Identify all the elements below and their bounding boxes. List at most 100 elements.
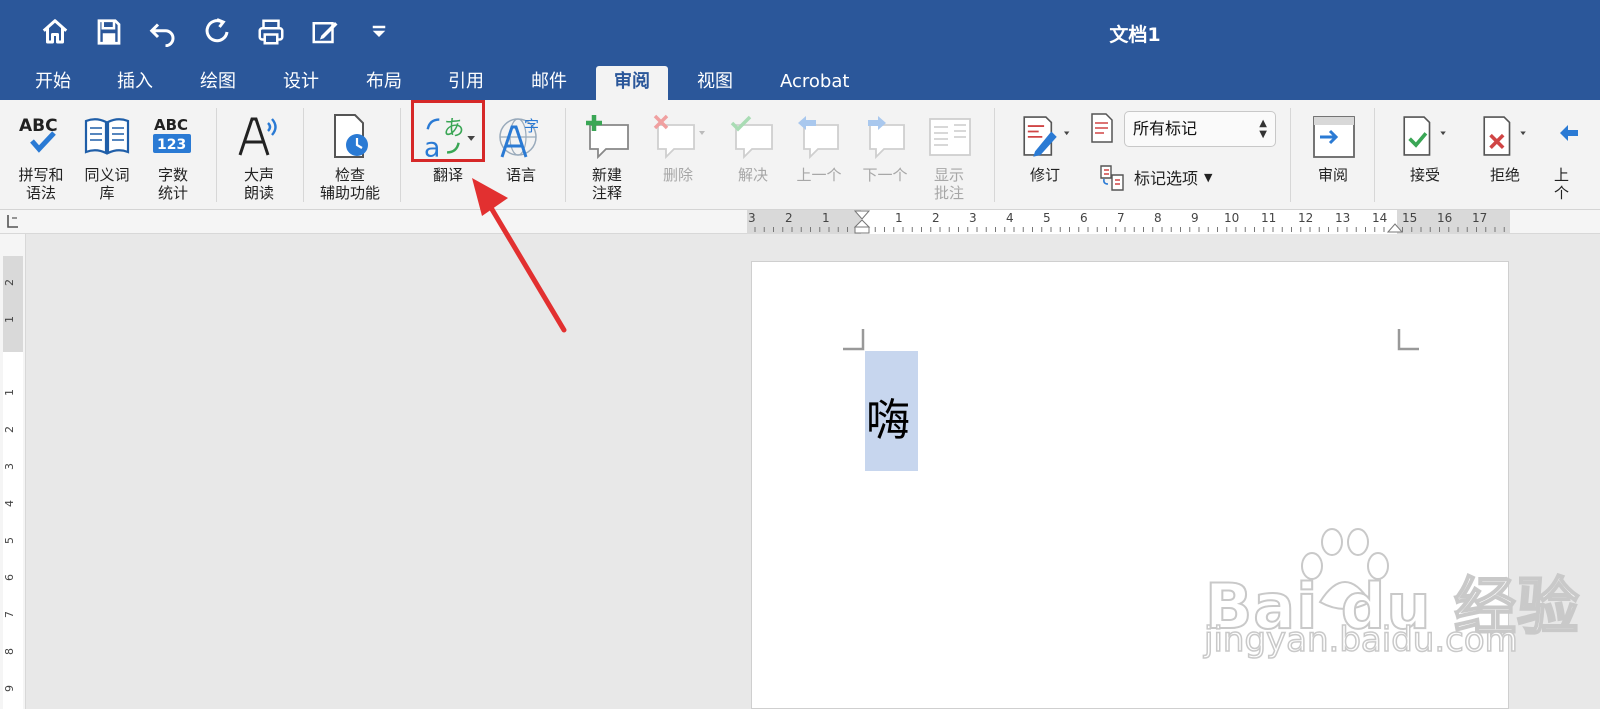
resolve-comment-button[interactable]: 解决: [724, 108, 782, 184]
margin-corner-mark: [843, 329, 865, 351]
ruler-number: 9: [1191, 211, 1199, 225]
word-count-icon: ABC 123: [153, 116, 191, 153]
track-changes-icon: [1023, 116, 1070, 157]
delete-comment-label: 删除: [662, 166, 693, 184]
language-globe-icon: 字: [499, 117, 539, 158]
new-comment-button[interactable]: 新建 注释: [578, 108, 636, 202]
translate-highlight-box: [411, 100, 485, 162]
ruler-number: 6: [3, 574, 16, 581]
chevron-down-icon: ▼: [1204, 170, 1213, 184]
reviewing-pane-icon: [1313, 116, 1355, 158]
tab-insert[interactable]: 插入: [99, 66, 171, 100]
read-aloud-icon: [238, 117, 277, 156]
ruler-number: 9: [3, 685, 16, 692]
right-indent-marker-icon[interactable]: [1386, 220, 1404, 234]
reviewing-pane-button[interactable]: 审阅: [1304, 108, 1362, 184]
word-count-icon-top: ABC: [154, 116, 188, 134]
tab-design[interactable]: 设计: [265, 66, 337, 100]
ruler-number: 17: [1472, 211, 1488, 225]
ruler-number: 6: [1080, 211, 1088, 225]
annotation-arrow-icon: [472, 178, 567, 333]
ruler-number: 10: [1224, 211, 1240, 225]
stepper-arrows-icon: ▲ ▼: [1259, 118, 1267, 140]
reject-label: 拒绝: [1489, 166, 1520, 184]
ribbon-separator: [1290, 108, 1291, 202]
language-button[interactable]: 字 语言: [492, 108, 550, 184]
resolve-comment-icon: [730, 115, 773, 160]
ruler-number: 12: [1298, 211, 1314, 225]
previous-comment-icon: [798, 116, 839, 160]
markup-options-icon: [1100, 165, 1124, 191]
show-comments-icon: [929, 118, 971, 156]
tab-draw[interactable]: 绘图: [182, 66, 254, 100]
accept-label: 接受: [1409, 166, 1440, 184]
tab-stop-icon[interactable]: [4, 213, 20, 231]
read-aloud-button[interactable]: 大声 朗读: [230, 108, 288, 202]
vertical-ruler-bar: 2 1 1 2 3 4 5 6 7 8 9: [0, 234, 26, 709]
markup-display-select[interactable]: 所有标记 ▲ ▼: [1124, 111, 1276, 147]
accept-button[interactable]: 接受: [1392, 108, 1458, 184]
ruler-number: 14: [1372, 211, 1388, 225]
ruler-number: 16: [1437, 211, 1453, 225]
delete-comment-button[interactable]: 删除: [646, 108, 710, 184]
ruler-number: 8: [1154, 211, 1162, 225]
document-text[interactable]: 嗨: [866, 384, 910, 448]
tab-review[interactable]: 审阅: [596, 66, 668, 100]
accept-icon: [1403, 116, 1446, 156]
track-changes-label: 修订: [1029, 166, 1060, 184]
show-comments-label: 显示 批注: [933, 166, 964, 202]
ruler-number: 7: [3, 611, 16, 618]
tab-references[interactable]: 引用: [430, 66, 502, 100]
reject-icon: [1483, 116, 1526, 156]
next-comment-button[interactable]: 下一个: [854, 108, 916, 184]
ruler-number: 4: [1006, 211, 1014, 225]
ribbon-tabs: 开始 插入 绘图 设计 布局 引用 邮件 审阅 视图 Acrobat: [0, 62, 1600, 100]
watermark-url: jingyan.baidu.com: [1203, 619, 1518, 661]
tab-mailings[interactable]: 邮件: [513, 66, 585, 100]
ruler-number: 3: [969, 211, 977, 225]
markup-display-value: 所有标记: [1133, 119, 1198, 138]
reviewing-pane-label: 审阅: [1317, 166, 1348, 184]
previous-change-button[interactable]: 上 个: [1548, 108, 1600, 202]
spelling-grammar-label: 拼写和 语法: [18, 166, 64, 202]
next-comment-icon: [868, 116, 905, 160]
ruler-number: 2: [932, 211, 940, 225]
margin-corner-mark: [1397, 329, 1419, 351]
window-title: 文档1: [1109, 24, 1161, 46]
tab-acrobat[interactable]: Acrobat: [762, 66, 867, 100]
svg-text:字: 字: [524, 117, 539, 135]
ruler-number: 5: [3, 537, 16, 544]
ruler-number: 2: [3, 279, 16, 286]
accessibility-check-icon: [334, 114, 368, 158]
spell-check-icon: ABC: [19, 116, 58, 153]
ribbon-separator: [400, 108, 401, 202]
ribbon-separator: [1374, 108, 1375, 202]
ruler-number: 2: [3, 426, 16, 433]
spelling-grammar-button[interactable]: ABC 拼写和 语法: [12, 108, 70, 202]
markup-options-button[interactable]: 标记选项 ▼: [1098, 162, 1212, 192]
book-icon: [84, 118, 130, 155]
tab-layout[interactable]: 布局: [348, 66, 420, 100]
resolve-comment-label: 解决: [737, 166, 768, 184]
thesaurus-button[interactable]: 同义词 库: [78, 108, 136, 202]
previous-comment-button[interactable]: 上一个: [788, 108, 850, 184]
check-accessibility-label: 检查 辅助功能: [319, 166, 380, 202]
vertical-ruler[interactable]: 2 1 1 2 3 4 5 6 7 8 9: [3, 256, 23, 709]
read-aloud-label: 大声 朗读: [243, 166, 274, 202]
ruler-number: 7: [1117, 211, 1125, 225]
ribbon: ABC 拼写和 语法 同义词 库 ABC 123 字数 统计 大声 朗读 检查 …: [0, 100, 1600, 210]
new-comment-label: 新建 注释: [591, 166, 622, 202]
title-bar: 文档1: [0, 0, 1600, 62]
show-comments-button[interactable]: 显示 批注: [920, 108, 978, 202]
word-count-button[interactable]: ABC 123 字数 统计: [144, 108, 202, 202]
indent-marker-icon[interactable]: [853, 210, 871, 234]
tab-home[interactable]: 开始: [17, 66, 89, 100]
ruler-number: 5: [1043, 211, 1051, 225]
track-changes-button[interactable]: 修订: [1012, 108, 1078, 184]
ruler-number: 1: [3, 389, 16, 396]
tab-view[interactable]: 视图: [679, 66, 751, 100]
horizontal-ruler[interactable]: 3 2 1 1 2 3 4 5 6 7 8 9 10 11 12 13 14 1…: [747, 210, 1510, 234]
check-accessibility-button[interactable]: 检查 辅助功能: [314, 108, 386, 202]
reject-button[interactable]: 拒绝: [1472, 108, 1538, 184]
word-count-label: 字数 统计: [157, 166, 188, 202]
